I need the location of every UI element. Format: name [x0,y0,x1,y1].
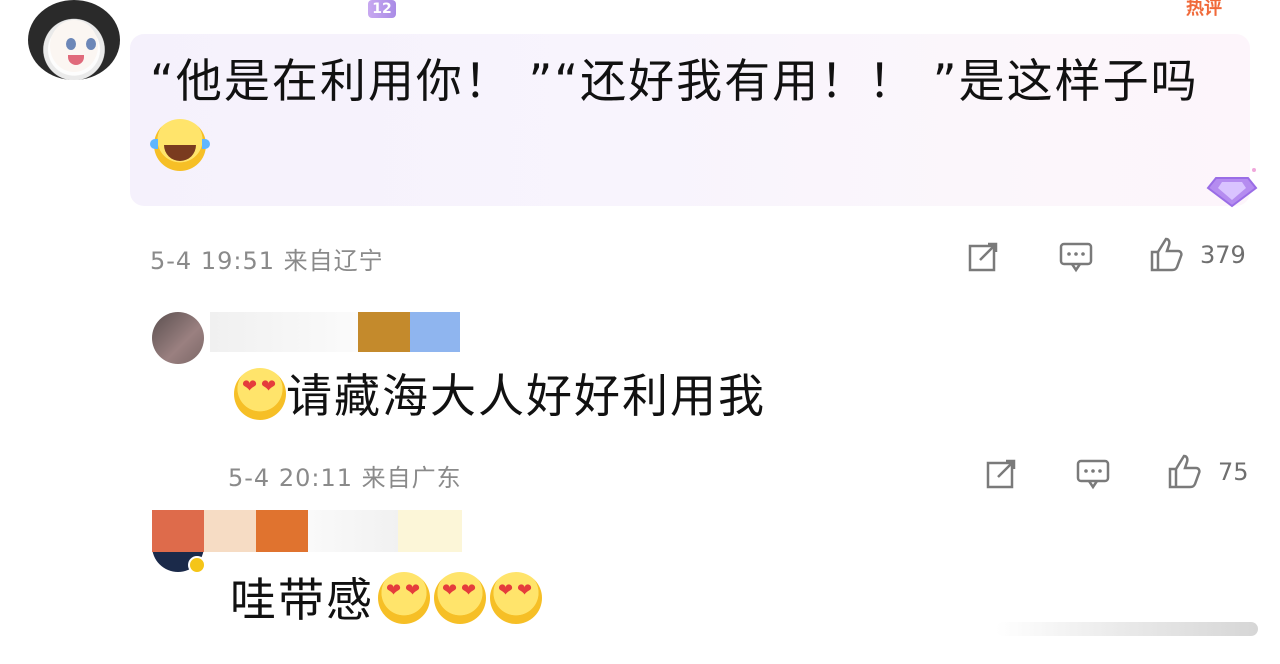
laughing-tears-emoji [150,119,210,171]
comment-meta: 5-4 19:51 来自辽宁 [150,247,384,275]
comment-icon[interactable] [1058,238,1094,274]
scroll-indicator [996,622,1258,636]
comment-text-content: “他是在利用你！ ”“还好我有用！！ ”是这样子吗 [150,54,1199,108]
reply-text-content: 哇带感 [230,573,374,627]
gem-icon [1206,168,1258,208]
avatar-eye-left [66,38,76,50]
like-count: 75 [1218,458,1249,486]
like-count: 379 [1200,241,1246,269]
reply-username-obscured [152,510,482,552]
commenter-avatar[interactable] [28,0,120,80]
hot-comment-tag: 热评 [1186,0,1222,19]
share-icon[interactable] [966,238,1002,274]
share-icon[interactable] [984,455,1020,491]
reply-username-obscured [210,312,460,352]
comment-icon[interactable] [1075,455,1111,491]
like-icon[interactable] [1148,236,1184,272]
drooling-heart-eyes-emoji [434,572,486,624]
reply-text: 哇带感 [230,572,542,628]
avatar-eye-right [86,38,96,50]
reply-text-content: 请藏海大人好好利用我 [286,369,766,423]
like-icon[interactable] [1166,453,1202,489]
drooling-heart-eyes-emoji [490,572,542,624]
level-badge: 12 [368,0,396,18]
reply-avatar[interactable] [152,312,204,364]
comment-text: “他是在利用你！ ”“还好我有用！！ ”是这样子吗 [150,48,1230,180]
reply-text: 请藏海大人好好利用我 [230,368,766,424]
verified-badge-icon [188,556,206,574]
reply-meta: 5-4 20:11 来自广东 [228,464,462,492]
heart-eyes-emoji [234,368,286,420]
drooling-heart-eyes-emoji [378,572,430,624]
